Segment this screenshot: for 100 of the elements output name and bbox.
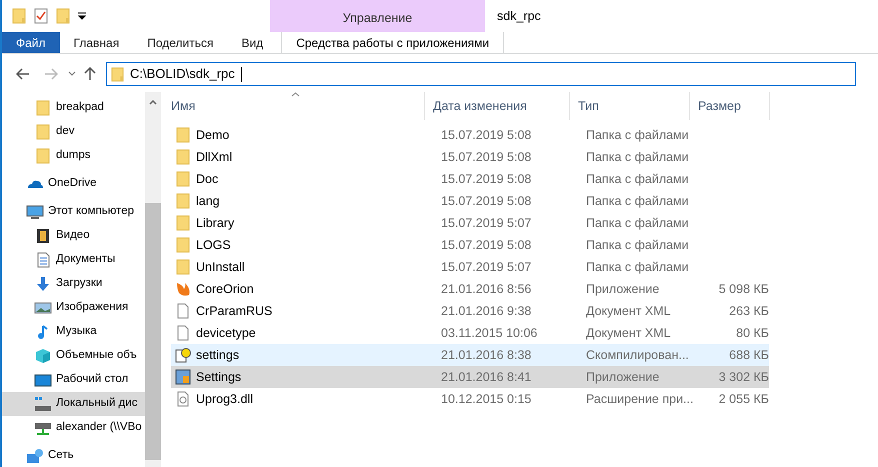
file-name: DllXml — [196, 148, 232, 166]
file-name: CrParamRUS — [196, 302, 272, 320]
type-cell-text: Папка с файлами — [585, 258, 690, 276]
file-row[interactable]: Demo 15.07.2019 5:08 Папка с файлами — [171, 124, 769, 146]
file-row[interactable]: UnInstall 15.07.2019 5:07 Папка с файлами — [171, 256, 769, 278]
help-file-icon — [175, 347, 191, 363]
type-cell-text: Приложение — [585, 368, 660, 386]
file-row[interactable]: Doc 15.07.2019 5:08 Папка с файлами — [171, 168, 769, 190]
file-name: lang — [196, 192, 220, 210]
nav-item[interactable]: alexander (\\VBo — [2, 416, 145, 440]
nav-item[interactable]: Сеть — [2, 444, 145, 467]
size-cell: 2 055 КБ — [718, 392, 769, 406]
desktop-icon — [34, 372, 52, 388]
back-icon[interactable] — [16, 68, 30, 80]
file-row[interactable]: devicetype 03.11.2015 10:06 Документ XML 80 КБ — [171, 322, 769, 344]
date-cell-text: 21.01.2016 8:38 — [440, 346, 532, 364]
nav-item[interactable]: Этот компьютер — [2, 200, 145, 224]
ribbon-tab[interactable]: Средства работы с приложениями — [281, 32, 504, 53]
file-row[interactable]: Library 15.07.2019 5:07 Папка с файлами — [171, 212, 769, 234]
folder-icon — [175, 149, 191, 165]
scrollbar-thumb[interactable] — [145, 203, 161, 460]
file-row[interactable]: lang 15.07.2019 5:08 Папка с файлами — [171, 190, 769, 212]
ribbon-tab[interactable]: Поделиться — [133, 32, 228, 53]
nav-item[interactable]: Видео — [2, 224, 145, 248]
scrollbar[interactable] — [145, 92, 161, 467]
folder-icon — [175, 193, 191, 209]
date-cell-text: 15.07.2019 5:08 — [440, 192, 532, 210]
folder-icon — [56, 8, 70, 24]
type-cell-text: Документ XML — [585, 324, 672, 342]
file-row[interactable]: LOGS 15.07.2019 5:08 Папка с файлами — [171, 234, 769, 256]
network-drive-icon — [34, 420, 52, 436]
folder-icon — [175, 127, 191, 143]
up-icon[interactable] — [84, 67, 96, 81]
nav-item[interactable]: Изображения — [2, 296, 145, 320]
down-arrow-icon — [34, 276, 52, 292]
file-name: settings — [196, 346, 240, 364]
checklist-icon[interactable] — [34, 8, 48, 24]
file-row[interactable]: DllXml 15.07.2019 5:08 Папка с файлами — [171, 146, 769, 168]
size-cell: 688 КБ — [729, 348, 769, 362]
file-name: Doc — [196, 170, 218, 188]
folder-icon — [175, 171, 191, 187]
dropdown-icon[interactable] — [78, 12, 86, 20]
drive-icon — [34, 396, 52, 412]
address-field[interactable]: C:\BOLID\sdk_rpc — [106, 62, 856, 86]
ribbon-tab[interactable]: Вид — [227, 32, 278, 53]
type-cell-text: Расширение при... — [585, 390, 694, 408]
file-name: Library — [196, 214, 234, 232]
nav-item[interactable]: Объемные объ — [2, 344, 145, 368]
file-name: Uprog3.dll — [196, 390, 253, 408]
folder-icon — [34, 124, 52, 140]
date-cell-text: 21.01.2016 9:38 — [440, 302, 532, 320]
context-group-header: Управление — [270, 0, 485, 32]
nav-item[interactable]: Загрузки — [2, 272, 145, 296]
nav-item[interactable]: OneDrive — [2, 172, 145, 196]
nav-item[interactable]: dev — [2, 120, 145, 144]
column-header[interactable]: Размер — [690, 92, 770, 120]
image-icon — [34, 300, 52, 316]
size-cell: 3 302 КБ — [718, 370, 769, 384]
file-name: UnInstall — [196, 258, 245, 276]
date-cell-text: 15.07.2019 5:07 — [440, 214, 532, 232]
nav-item[interactable]: Рабочий стол — [2, 368, 145, 392]
type-cell-text: Документ XML — [585, 302, 672, 320]
file-name: devicetype — [196, 324, 256, 342]
file-row[interactable]: CoreOrion 21.01.2016 8:56 Приложение 5 098 КБ — [171, 278, 769, 300]
film-icon — [34, 228, 52, 244]
ribbon-tab[interactable]: Файл — [2, 32, 60, 53]
size-cell: 80 КБ — [736, 326, 769, 340]
file-row[interactable]: CrParamRUS 21.01.2016 9:38 Документ XML 263 КБ — [171, 300, 769, 322]
nav-item[interactable]: Документы — [2, 248, 145, 272]
column-header[interactable]: Дата изменения — [425, 92, 570, 120]
column-header[interactable]: Имя — [163, 92, 425, 120]
size-cell: 5 098 КБ — [718, 282, 769, 296]
type-cell-text: Папка с файлами — [585, 170, 690, 188]
cube-icon — [34, 348, 52, 364]
file-name: Demo — [196, 126, 230, 144]
date-cell-text: 10.12.2015 0:15 — [440, 390, 532, 408]
type-cell-text: Папка с файлами — [585, 148, 690, 166]
nav-item[interactable]: dumps — [2, 144, 145, 168]
nav-item[interactable]: breakpad — [2, 96, 145, 120]
chevron-down-icon[interactable] — [68, 71, 76, 77]
file-row[interactable]: settings 21.01.2016 8:38 Скомпилирован... 688 КБ — [171, 344, 769, 366]
file-row[interactable]: Uprog3.dll 10.12.2015 0:15 Расширение при... 2 055 КБ — [171, 388, 769, 410]
date-cell-text: 03.11.2015 10:06 — [440, 324, 538, 342]
date-cell-text: 15.07.2019 5:08 — [440, 126, 532, 144]
column-header[interactable]: Тип — [570, 92, 690, 120]
file-name: Settings — [196, 368, 242, 386]
nav-item[interactable]: Музыка — [2, 320, 145, 344]
date-cell-text: 15.07.2019 5:07 — [440, 258, 532, 276]
date-cell-text: 15.07.2019 5:08 — [440, 170, 532, 188]
ribbon-tab[interactable]: Главная — [60, 32, 134, 53]
folder-icon — [175, 215, 191, 231]
folder-icon — [34, 100, 52, 116]
date-cell-text: 21.01.2016 8:41 — [440, 368, 532, 386]
type-cell-text: Папка с файлами — [585, 236, 690, 254]
scroll-up-icon[interactable] — [149, 100, 157, 105]
file-row[interactable]: Settings 21.01.2016 8:41 Приложение 3 302 КБ — [171, 366, 769, 388]
nav-item[interactable]: Локальный дис — [2, 392, 145, 416]
folder-icon — [175, 259, 191, 275]
document-icon — [175, 303, 191, 319]
file-name: CoreOrion — [196, 280, 254, 298]
